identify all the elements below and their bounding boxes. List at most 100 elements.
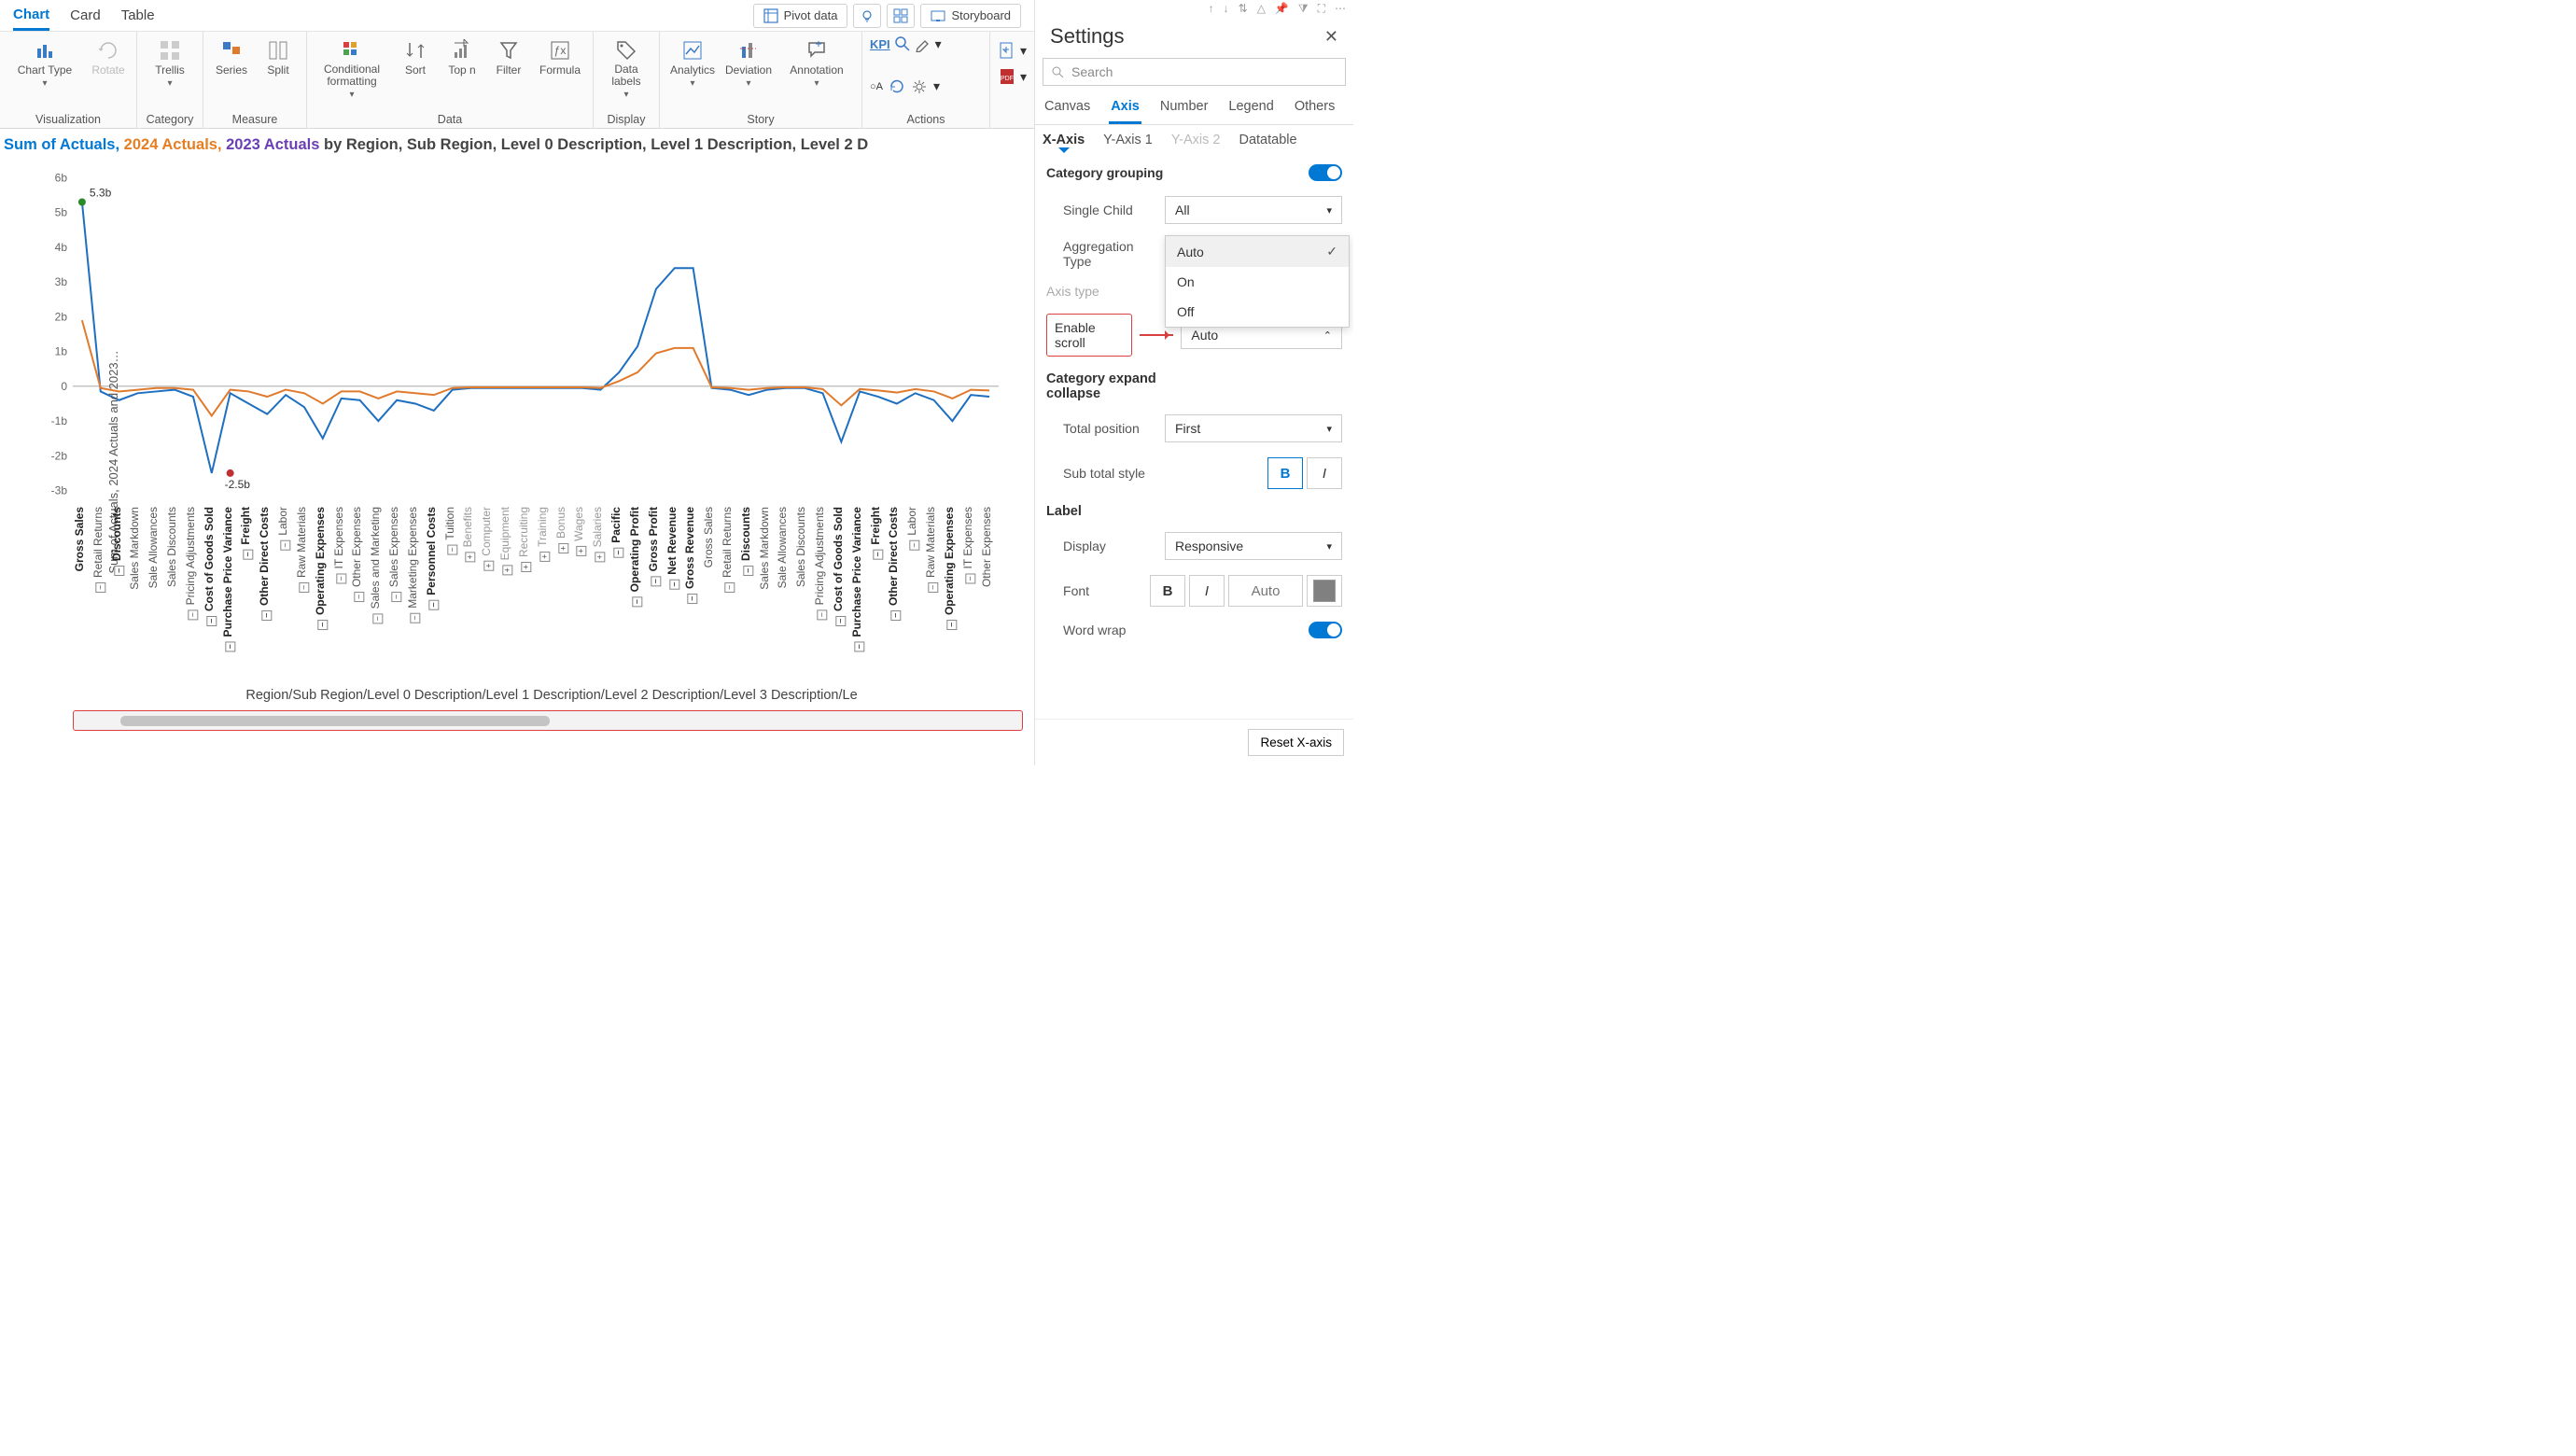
- subtab-yaxis1[interactable]: Y-Axis 1: [1103, 133, 1153, 153]
- single-child-dropdown[interactable]: All▾: [1165, 196, 1342, 224]
- magnify-icon[interactable]: [894, 35, 911, 52]
- trellis-button[interactable]: Trellis▾: [145, 35, 195, 89]
- tab-axis[interactable]: Axis: [1109, 91, 1141, 124]
- chart-type-button[interactable]: Chart Type▾: [7, 35, 82, 89]
- brush-icon[interactable]: [915, 35, 931, 52]
- lightbulb-icon: [860, 8, 875, 23]
- total-pos-label: Total position: [1046, 421, 1157, 436]
- svg-text:6b: 6b: [55, 171, 68, 184]
- font-size-input[interactable]: [1228, 575, 1303, 607]
- storyboard-button[interactable]: Storyboard: [920, 4, 1021, 28]
- axis-type-label: Axis type: [1046, 284, 1157, 299]
- label-section-title: Label: [1046, 504, 1342, 519]
- layout-button[interactable]: [887, 4, 915, 28]
- word-wrap-toggle[interactable]: [1309, 622, 1342, 638]
- search-icon: [1051, 65, 1064, 78]
- panel-mini-toolbar: ↑ ↓ ⇅ △ 📌 ⧩ ⛶ ⋯: [1035, 0, 1353, 19]
- tab-legend[interactable]: Legend: [1226, 91, 1275, 124]
- svg-text:5b: 5b: [55, 206, 68, 219]
- filter-icon: [497, 39, 520, 62]
- rotate-icon: [97, 39, 119, 62]
- horizontal-scrollbar-highlight[interactable]: [73, 710, 1023, 731]
- arrows-icon[interactable]: ⇅: [1239, 2, 1248, 17]
- split-button[interactable]: Split: [258, 35, 299, 77]
- pivot-data-button[interactable]: Pivot data: [753, 4, 848, 28]
- analytics-button[interactable]: Analytics▾: [667, 35, 718, 89]
- display-label: Display: [1046, 539, 1157, 553]
- triangle-icon[interactable]: △: [1257, 2, 1266, 17]
- filter-mini-icon[interactable]: ⧩: [1298, 2, 1309, 17]
- topn-icon: [451, 39, 473, 62]
- agg-type-label: Aggregation Type: [1046, 239, 1157, 269]
- tab-table[interactable]: Table: [121, 2, 155, 29]
- trellis-icon: [159, 39, 181, 62]
- annotation-icon: [805, 39, 828, 62]
- category-grouping-label: Category grouping: [1046, 165, 1301, 180]
- total-pos-dropdown[interactable]: First▾: [1165, 414, 1342, 442]
- pin-icon[interactable]: 📌: [1275, 2, 1289, 17]
- topn-button[interactable]: Top n: [441, 35, 483, 77]
- arrow-up-icon[interactable]: ↑: [1209, 2, 1214, 17]
- annotation-button[interactable]: Annotation▾: [779, 35, 854, 89]
- menu-item-on[interactable]: On: [1166, 267, 1349, 297]
- rotate-button[interactable]: Rotate: [88, 35, 129, 77]
- single-child-label: Single Child: [1046, 203, 1157, 217]
- split-icon: [267, 39, 289, 62]
- filter-button[interactable]: Filter: [488, 35, 529, 77]
- pdf-icon: PDF: [998, 67, 1016, 86]
- svg-text:0: 0: [61, 380, 67, 393]
- svg-text:ƒx: ƒx: [554, 44, 567, 57]
- svg-text:-2.5b: -2.5b: [225, 478, 251, 491]
- series-icon: [220, 39, 243, 62]
- tab-number[interactable]: Number: [1158, 91, 1211, 124]
- tab-others[interactable]: Others: [1293, 91, 1337, 124]
- cond-format-icon: [341, 39, 363, 62]
- export-button[interactable]: ▾: [998, 41, 1027, 60]
- sort-button[interactable]: Sort: [395, 35, 436, 77]
- chart-type-icon: [34, 39, 56, 62]
- menu-item-auto[interactable]: Auto✓: [1166, 236, 1349, 267]
- category-grouping-toggle[interactable]: [1309, 164, 1342, 181]
- kpi-button[interactable]: KPI: [870, 37, 890, 51]
- svg-text:3b: 3b: [55, 275, 68, 288]
- svg-text:-2b: -2b: [51, 449, 68, 462]
- refresh-icon[interactable]: [889, 78, 905, 95]
- svg-text:2b: 2b: [55, 310, 68, 323]
- series-button[interactable]: Series: [211, 35, 252, 77]
- ribbon: Chart Type▾ Rotate Visualization Trellis…: [0, 32, 1034, 129]
- chart-area[interactable]: Sum of Actuals, 2024 Actuals and 2023… 6…: [0, 158, 1034, 765]
- conditional-formatting-button[interactable]: Conditional formatting▾: [315, 35, 389, 100]
- search-input[interactable]: Search: [1043, 58, 1346, 86]
- data-labels-button[interactable]: Data labels▾: [601, 35, 651, 100]
- tab-card[interactable]: Card: [70, 2, 101, 29]
- svg-text:PDF: PDF: [1001, 76, 1014, 82]
- scroll-thumb[interactable]: [120, 716, 550, 726]
- tab-canvas[interactable]: Canvas: [1043, 91, 1092, 124]
- expand-icon[interactable]: ⛶: [1318, 2, 1325, 17]
- display-dropdown[interactable]: Responsive▾: [1165, 532, 1342, 560]
- sort-icon: [404, 39, 427, 62]
- tag-icon: [615, 39, 637, 62]
- deviation-button[interactable]: Deviation▾: [723, 35, 774, 89]
- formula-button[interactable]: ƒxFormula: [535, 35, 585, 77]
- chart-title: Sum of Actuals, 2024 Actuals, 2023 Actua…: [0, 129, 1034, 158]
- font-color-button[interactable]: [1307, 575, 1342, 607]
- close-icon[interactable]: ✕: [1324, 27, 1338, 47]
- reset-xaxis-button[interactable]: Reset X-axis: [1248, 729, 1344, 756]
- font-bold-button[interactable]: B: [1150, 575, 1185, 607]
- enable-scroll-label-highlight: Enable scroll: [1046, 314, 1132, 357]
- menu-item-off[interactable]: Off: [1166, 297, 1349, 327]
- lightbulb-button[interactable]: [853, 4, 881, 28]
- settings-panel: ↑ ↓ ⇅ △ 📌 ⧩ ⛶ ⋯ Settings ✕ Search Canvas…: [1034, 0, 1353, 765]
- subtab-datatable[interactable]: Datatable: [1239, 133, 1296, 153]
- more-icon[interactable]: ⋯: [1335, 2, 1346, 17]
- a-indicator: ○A: [870, 81, 883, 92]
- font-italic-button[interactable]: I: [1189, 575, 1225, 607]
- gear-icon[interactable]: [911, 78, 928, 95]
- subtab-xaxis[interactable]: X-Axis: [1043, 133, 1085, 153]
- arrow-down-icon[interactable]: ↓: [1224, 2, 1229, 17]
- tab-chart[interactable]: Chart: [13, 1, 49, 31]
- bold-button[interactable]: B: [1267, 457, 1303, 489]
- pdf-button[interactable]: PDF ▾: [998, 67, 1027, 86]
- italic-button[interactable]: I: [1307, 457, 1342, 489]
